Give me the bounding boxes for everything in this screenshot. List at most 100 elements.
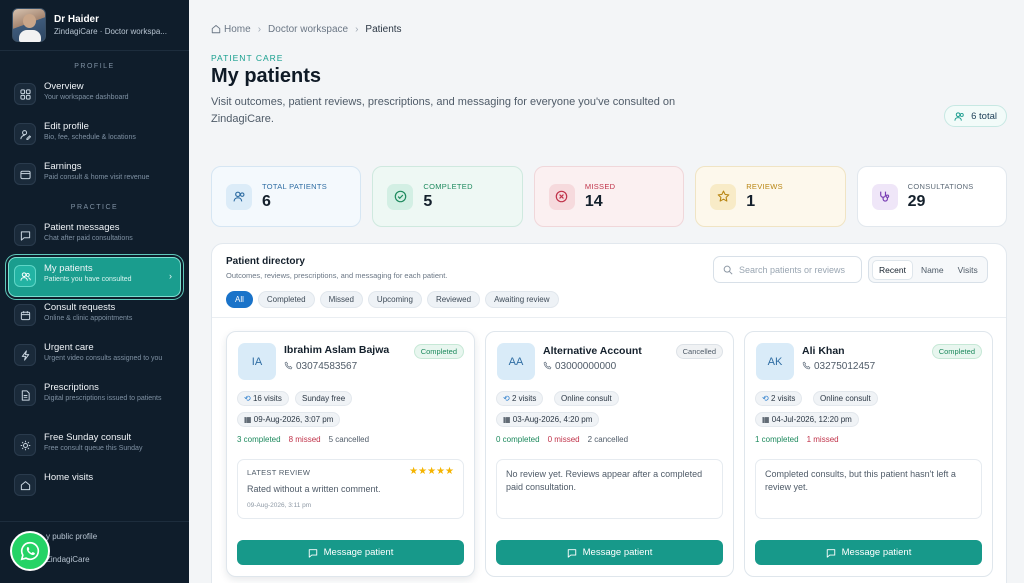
last-visit-date: 03-Aug-2026, 4:20 pm <box>512 415 593 424</box>
sidebar-item-label: Consult requests <box>44 302 116 313</box>
date-pill: ▦ 04-Jul-2026, 12:20 pm <box>755 412 859 427</box>
sidebar-item-earnings[interactable]: Earnings Paid consult & home visit reven… <box>0 156 181 196</box>
sidebar-item-label: Free Sunday consult <box>44 432 132 443</box>
sidebar-item-urgent-care[interactable]: Urgent care Urgent video consults assign… <box>0 337 181 377</box>
sidebar-item-patient-messages[interactable]: Patient messages Chat after paid consult… <box>0 217 181 257</box>
filter-missed[interactable]: Missed <box>319 291 363 308</box>
search-input[interactable] <box>739 264 857 275</box>
visits-pill: ⟲ 2 visits <box>755 391 803 406</box>
chat-icon <box>14 224 36 246</box>
patient-phone-number: 03000000000 <box>555 361 617 372</box>
review-text: Rated without a written comment. <box>247 484 381 494</box>
patient-card[interactable]: AA Alternative Account 03000000000 Cance… <box>485 331 734 577</box>
home-icon <box>14 474 36 496</box>
completed-count: 3 completed <box>237 435 281 444</box>
sidebar-item-subtitle: Patients you have consulted <box>44 276 132 283</box>
status-badge: Completed <box>413 344 464 359</box>
sidebar-item-subtitle: Urgent video consults assigned to you <box>44 355 163 362</box>
filter-completed[interactable]: Completed <box>257 291 315 308</box>
stats-row: TOTAL PATIENTS 6 COMPLETED 5 MISSED 14 R… <box>211 166 1008 227</box>
patient-card[interactable]: IA Ibrahim Aslam Bajwa 03074583567 Compl… <box>226 331 475 577</box>
section-label-profile: PROFILE <box>74 63 115 70</box>
sidebar-item-prescriptions[interactable]: Prescriptions Digital prescriptions issu… <box>0 377 181 427</box>
patient-phone-number: 03275012457 <box>814 361 876 372</box>
message-patient-button[interactable]: Message patient <box>237 540 464 565</box>
sidebar-item-subtitle: Online & clinic appointments <box>44 315 133 322</box>
sidebar-item-home-visits[interactable]: Home visits <box>0 467 181 507</box>
consult-type-pill: Online consult <box>554 391 619 406</box>
phone-icon <box>284 361 293 370</box>
calendar-icon: ▦ <box>762 415 770 424</box>
status-badge: Cancelled <box>675 344 723 359</box>
filter-reviewed[interactable]: Reviewed <box>426 291 481 308</box>
status-badge: Completed <box>931 344 982 359</box>
sidebar-item-free-sunday-consult[interactable]: Free Sunday consult Free consult queue t… <box>0 427 181 467</box>
stat-label: MISSED <box>584 182 616 191</box>
public-profile-link[interactable]: y public profile <box>46 532 189 541</box>
patient-initials: IA <box>238 343 276 380</box>
patient-name: Ali Khan <box>802 345 845 357</box>
sort-recent[interactable]: Recent <box>872 259 913 280</box>
stethoscope-icon <box>871 183 898 210</box>
user-edit-icon <box>14 123 36 145</box>
users-icon <box>954 111 964 121</box>
sun-icon <box>14 434 36 456</box>
chevron-right-icon: › <box>355 23 359 35</box>
document-icon <box>14 384 36 406</box>
sidebar-item-label: Prescriptions <box>44 382 99 393</box>
profile-name: Dr Haider <box>54 14 100 25</box>
missed-count: 1 missed <box>806 435 839 444</box>
visits-count: 2 visits <box>511 394 537 403</box>
stat-consultations: CONSULTATIONS 29 <box>856 166 1008 227</box>
stat-value: 29 <box>907 193 926 210</box>
phone-icon <box>543 361 552 370</box>
date-pill: ▦ 09-Aug-2026, 3:07 pm <box>237 412 341 427</box>
sidebar-item-overview[interactable]: Overview Your workspace dashboard <box>0 76 181 116</box>
breadcrumb: Home › Doctor workspace › Patients <box>211 23 1007 35</box>
filter-awaiting-review[interactable]: Awaiting review <box>485 291 559 308</box>
stat-total-patients: TOTAL PATIENTS 6 <box>211 166 362 227</box>
section-label-practice: PRACTICE <box>70 204 119 211</box>
chat-icon <box>308 548 317 558</box>
brand-link[interactable]: ZindagiCare <box>46 555 189 564</box>
stat-label: REVIEWS <box>746 182 783 191</box>
filter-upcoming[interactable]: Upcoming <box>367 291 422 308</box>
sidebar-item-my-patients[interactable]: My patients Patients you have consulted … <box>8 257 181 297</box>
sidebar-item-subtitle: Chat after paid consultations <box>44 235 133 242</box>
breadcrumb-workspace[interactable]: Doctor workspace <box>268 24 348 35</box>
profile-header[interactable]: Dr Haider ZindagiCare · Doctor workspa..… <box>0 0 189 51</box>
filter-all[interactable]: All <box>226 291 253 308</box>
x-circle-icon <box>548 183 575 210</box>
breadcrumb-home[interactable]: Home <box>224 24 251 35</box>
sidebar-item-label: Patient messages <box>44 222 120 233</box>
chevron-right-icon: › <box>257 23 262 35</box>
stat-missed: MISSED 14 <box>533 166 685 227</box>
patient-initials: AA <box>497 343 535 380</box>
missed-count: 0 missed <box>547 435 580 444</box>
wallet-icon <box>14 163 36 185</box>
message-patient-button[interactable]: Message patient <box>755 540 982 565</box>
bolt-icon <box>14 344 36 366</box>
sort-name[interactable]: Name <box>915 261 950 279</box>
patient-directory: Patient directory Outcomes, reviews, pre… <box>211 243 1007 583</box>
link-icon: ⟲ <box>503 394 510 403</box>
sidebar-item-edit-profile[interactable]: Edit profile Bio, fee, schedule & locati… <box>0 116 181 156</box>
review-date: 09-Aug-2026, 3:11 pm <box>247 501 312 509</box>
patient-card[interactable]: AK Ali Khan 03275012457 Completed ⟲ 2 vi… <box>744 331 993 577</box>
stat-reviews: REVIEWS 1 <box>695 166 846 227</box>
button-label: Message patient <box>582 547 653 558</box>
whatsapp-button[interactable] <box>10 531 50 571</box>
last-visit-date: 04-Jul-2026, 12:20 pm <box>771 415 852 424</box>
chat-icon <box>567 548 576 558</box>
stat-label: COMPLETED <box>423 182 473 191</box>
sidebar-item-label: Urgent care <box>44 342 94 353</box>
search-icon <box>723 265 733 275</box>
sidebar-item-subtitle: Digital prescriptions issued to patients <box>44 395 162 402</box>
avatar <box>12 8 46 42</box>
sort-visits[interactable]: Visits <box>952 261 984 279</box>
grid-icon <box>14 83 36 105</box>
sidebar-item-consult-requests[interactable]: Consult requests Online & clinic appoint… <box>0 297 181 337</box>
message-patient-button[interactable]: Message patient <box>496 540 723 565</box>
patient-phone-number: 03074583567 <box>296 361 358 372</box>
sidebar-item-label: Overview <box>44 81 84 92</box>
